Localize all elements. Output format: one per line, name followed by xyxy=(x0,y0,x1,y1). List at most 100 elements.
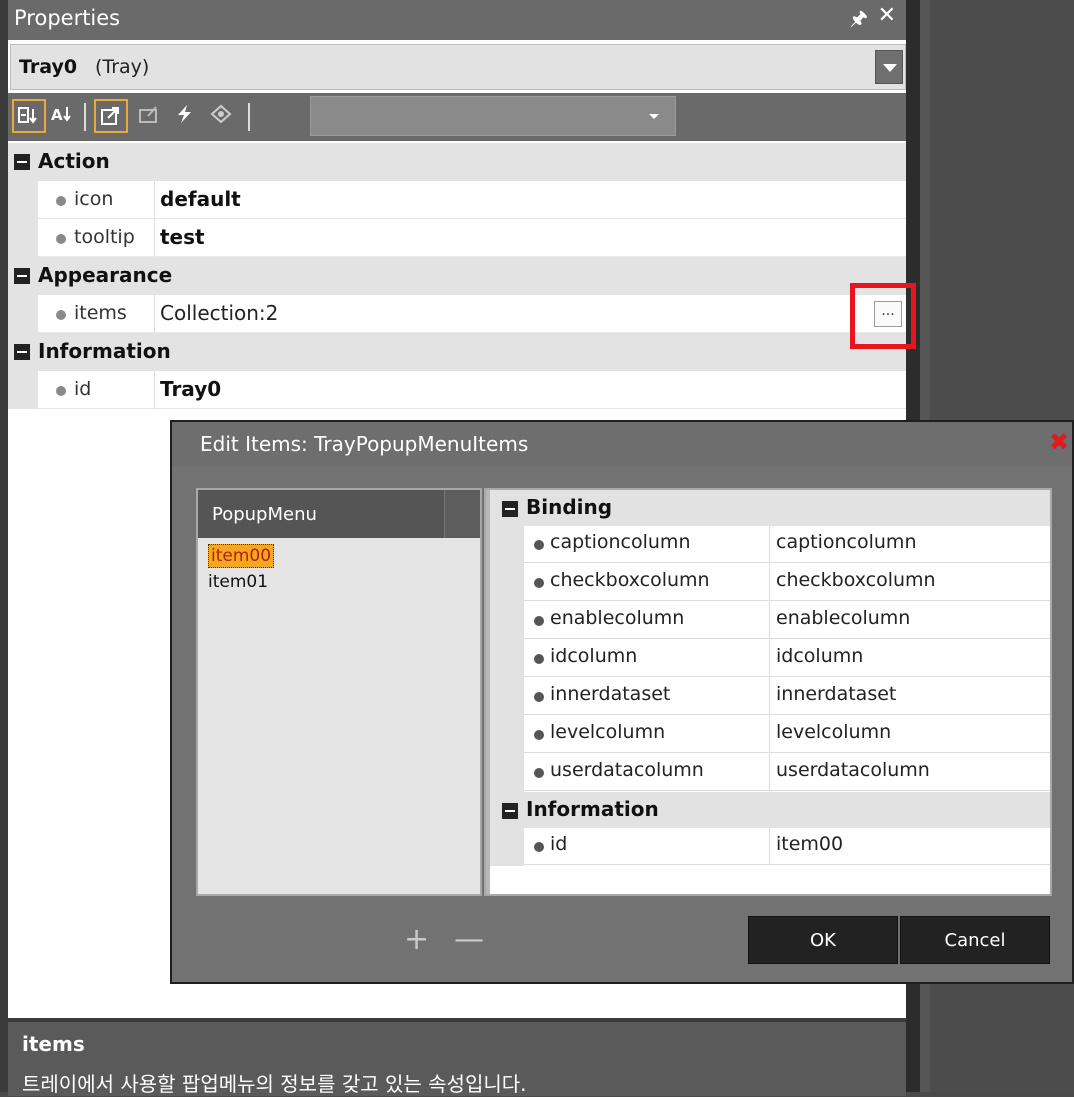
property-name: id xyxy=(74,378,92,400)
property-value[interactable]: enablecolumn xyxy=(776,607,910,629)
edit-icon[interactable] xyxy=(204,99,238,133)
collapse-icon[interactable] xyxy=(14,344,30,360)
svg-text:A: A xyxy=(51,106,63,124)
bullet-icon xyxy=(534,730,544,740)
alphabetical-icon[interactable]: A xyxy=(46,99,80,133)
edit-items-dialog: Edit Items: TrayPopupMenuItems ✖ PopupMe… xyxy=(170,420,1074,984)
property-value[interactable]: userdatacolumn xyxy=(776,759,930,781)
pin-icon[interactable]: 🖈︎ xyxy=(850,4,869,38)
property-name: idcolumn xyxy=(550,645,638,667)
property-name: captioncolumn xyxy=(550,531,691,553)
category-action[interactable]: Action xyxy=(8,143,906,181)
category-information[interactable]: Information xyxy=(8,333,906,371)
list-item[interactable]: item01 xyxy=(208,572,268,592)
property-value[interactable]: default xyxy=(160,187,241,211)
property-row[interactable]: icon default xyxy=(8,181,906,219)
category-information[interactable]: Information xyxy=(490,792,1050,828)
close-icon[interactable]: ✖ xyxy=(1044,426,1074,458)
property-name: id xyxy=(550,833,568,855)
bullet-icon xyxy=(534,842,544,852)
properties-titlebar: Properties 🖈︎ ✕ xyxy=(8,0,906,40)
ok-button[interactable]: OK xyxy=(748,916,898,964)
category-label: Appearance xyxy=(38,263,173,287)
property-row[interactable]: checkboxcolumn checkboxcolumn xyxy=(490,564,1050,602)
toolbar-separator xyxy=(248,103,250,131)
properties-title: Properties xyxy=(14,6,121,30)
description-heading: items xyxy=(22,1032,85,1056)
property-row[interactable]: id Tray0 xyxy=(8,371,906,409)
property-value[interactable]: idcolumn xyxy=(776,645,863,667)
inherited-icon[interactable] xyxy=(132,99,166,133)
dialog-title: Edit Items: TrayPopupMenuItems xyxy=(200,432,529,456)
property-row[interactable]: captioncolumn captioncolumn xyxy=(490,526,1050,564)
events-icon[interactable] xyxy=(168,99,202,133)
property-row[interactable]: id item00 xyxy=(490,828,1050,866)
toolbar-combo[interactable] xyxy=(310,96,676,136)
highlight-box xyxy=(850,283,916,349)
bullet-icon xyxy=(56,234,66,244)
toolbar-separator xyxy=(84,103,86,131)
property-row[interactable]: innerdataset innerdataset xyxy=(490,678,1050,716)
property-name: items xyxy=(74,302,127,324)
dialog-titlebar: Edit Items: TrayPopupMenuItems ✖ xyxy=(172,422,1072,466)
bullet-icon xyxy=(534,768,544,778)
collapse-icon[interactable] xyxy=(14,154,30,170)
category-label: Information xyxy=(526,797,659,821)
item-property-grid: Binding captioncolumn captioncolumn check… xyxy=(484,488,1052,896)
property-name: checkboxcolumn xyxy=(550,569,710,591)
object-name: Tray0 xyxy=(19,56,78,78)
chevron-down-icon[interactable] xyxy=(875,50,903,84)
description-text: 트레이에서 사용할 팝업메뉴의 정보를 갖고 있는 속성입니다. xyxy=(22,1072,527,1096)
property-value[interactable]: item00 xyxy=(776,833,843,855)
bullet-icon xyxy=(534,692,544,702)
collapse-icon[interactable] xyxy=(14,268,30,284)
property-row[interactable]: enablecolumn enablecolumn xyxy=(490,602,1050,640)
category-binding[interactable]: Binding xyxy=(490,490,1050,526)
bullet-icon xyxy=(56,310,66,320)
close-icon[interactable]: ✕ xyxy=(878,3,896,28)
object-type: (Tray) xyxy=(95,56,150,78)
property-value[interactable]: levelcolumn xyxy=(776,721,891,743)
bullet-icon xyxy=(534,540,544,550)
cancel-button[interactable]: Cancel xyxy=(900,916,1050,964)
property-row[interactable]: levelcolumn levelcolumn xyxy=(490,716,1050,754)
category-label: Information xyxy=(38,339,171,363)
property-row[interactable]: userdatacolumn userdatacolumn xyxy=(490,754,1050,792)
bullet-icon xyxy=(56,386,66,396)
property-name: enablecolumn xyxy=(550,607,685,629)
bullet-icon xyxy=(534,616,544,626)
property-value[interactable]: captioncolumn xyxy=(776,531,917,553)
property-name: icon xyxy=(74,188,114,210)
category-appearance[interactable]: Appearance xyxy=(8,257,906,295)
collapse-icon[interactable] xyxy=(502,803,518,819)
properties-icon[interactable] xyxy=(94,99,128,133)
property-value[interactable]: Collection:2 xyxy=(160,301,278,325)
list-item[interactable]: item00 xyxy=(208,544,275,568)
bullet-icon xyxy=(534,654,544,664)
property-grid: Action icon default tooltip test Appeara… xyxy=(8,143,906,409)
category-label: Binding xyxy=(526,495,613,519)
list-header-label: PopupMenu xyxy=(212,504,317,525)
property-value[interactable]: test xyxy=(160,225,205,249)
bullet-icon xyxy=(56,196,66,206)
list-header: PopupMenu xyxy=(198,490,480,538)
description-panel: items 트레이에서 사용할 팝업메뉴의 정보를 갖고 있는 속성입니다. xyxy=(8,1018,906,1096)
property-value[interactable]: innerdataset xyxy=(776,683,896,705)
object-selector[interactable]: Tray0 (Tray) xyxy=(10,44,906,90)
property-row[interactable]: items Collection:2 ... xyxy=(8,295,906,333)
property-row[interactable]: tooltip test xyxy=(8,219,906,257)
items-list: PopupMenu item00 item01 xyxy=(196,488,482,896)
category-label: Action xyxy=(38,149,110,173)
collapse-icon[interactable] xyxy=(502,501,518,517)
property-row[interactable]: idcolumn idcolumn xyxy=(490,640,1050,678)
property-name: levelcolumn xyxy=(550,721,666,743)
property-name: userdatacolumn xyxy=(550,759,704,781)
bullet-icon xyxy=(534,578,544,588)
properties-toolbar: A xyxy=(8,93,906,141)
property-value[interactable]: Tray0 xyxy=(160,377,221,401)
property-name: tooltip xyxy=(74,226,135,248)
property-value[interactable]: checkboxcolumn xyxy=(776,569,936,591)
remove-item-button[interactable]: — xyxy=(454,922,484,957)
categorized-icon[interactable] xyxy=(12,99,46,133)
add-item-button[interactable]: + xyxy=(404,922,429,957)
